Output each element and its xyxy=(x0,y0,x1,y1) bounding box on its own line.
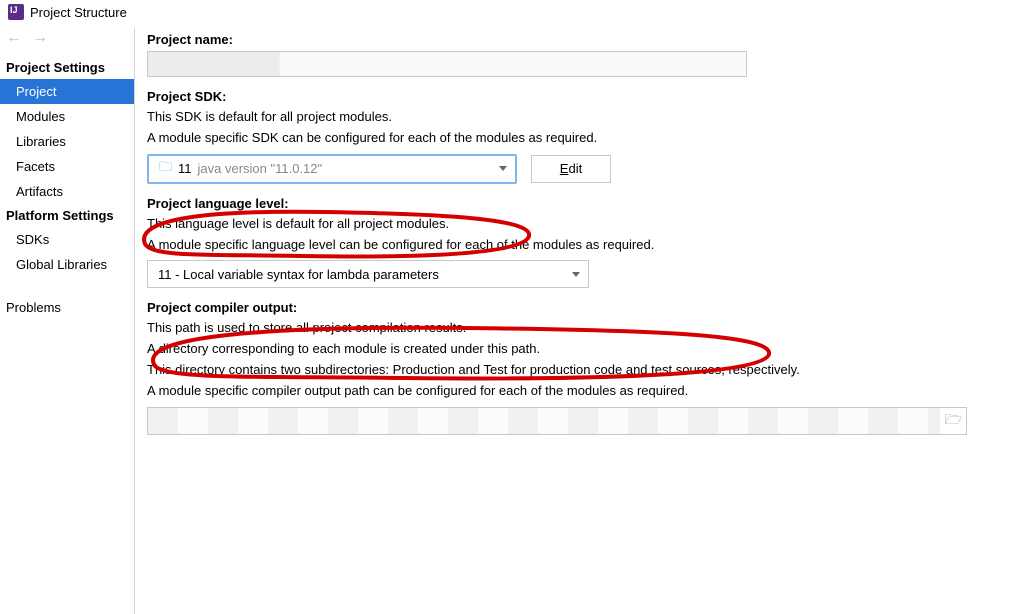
sdk-version-long: java version "11.0.12" xyxy=(198,161,323,176)
out-desc-4: A module specific compiler output path c… xyxy=(147,382,1016,401)
sdk-desc-1: This SDK is default for all project modu… xyxy=(147,108,1016,127)
sidebar: ← → Project Settings Project Modules Lib… xyxy=(0,28,135,614)
browse-folder-icon[interactable]: 🗁 xyxy=(945,409,962,433)
sidebar-item-global-libraries[interactable]: Global Libraries xyxy=(0,252,134,277)
folder-icon: 🗀 xyxy=(159,158,172,180)
intellij-icon xyxy=(8,4,24,20)
content-pane: Project name: Project SDK: This SDK is d… xyxy=(135,28,1028,614)
compiler-output-input[interactable]: 🗁 xyxy=(147,407,967,435)
label-project-name: Project name: xyxy=(147,32,1016,47)
sdk-version-short: 11 xyxy=(178,161,192,176)
lang-desc-2: A module specific language level can be … xyxy=(147,236,1016,255)
label-language-level: Project language level: xyxy=(147,196,1016,211)
sidebar-item-libraries[interactable]: Libraries xyxy=(0,129,134,154)
lang-desc-1: This language level is default for all p… xyxy=(147,215,1016,234)
sidebar-item-artifacts[interactable]: Artifacts xyxy=(0,179,134,204)
sidebar-item-sdks[interactable]: SDKs xyxy=(0,227,134,252)
annotation-circle-sdk xyxy=(125,204,545,264)
language-level-value: 11 - Local variable syntax for lambda pa… xyxy=(158,267,439,282)
sidebar-item-problems[interactable]: Problems xyxy=(0,295,134,320)
nav-arrows: ← → xyxy=(0,28,134,56)
sidebar-item-project[interactable]: Project xyxy=(0,79,134,104)
language-level-dropdown[interactable]: 11 - Local variable syntax for lambda pa… xyxy=(147,260,589,288)
sidebar-item-facets[interactable]: Facets xyxy=(0,154,134,179)
label-project-sdk: Project SDK: xyxy=(147,89,1016,104)
sidebar-heading-project-settings: Project Settings xyxy=(0,56,134,79)
label-compiler-output: Project compiler output: xyxy=(147,300,1016,315)
project-sdk-dropdown[interactable]: 🗀 11 java version "11.0.12" xyxy=(147,154,517,184)
chevron-down-icon xyxy=(572,272,580,277)
sdk-desc-2: A module specific SDK can be configured … xyxy=(147,129,1016,148)
window-title: Project Structure xyxy=(30,5,127,20)
back-arrow-icon[interactable]: ← xyxy=(6,30,22,46)
out-desc-2: A directory corresponding to each module… xyxy=(147,340,1016,359)
sidebar-heading-platform-settings: Platform Settings xyxy=(0,204,134,227)
titlebar: Project Structure xyxy=(0,0,1028,28)
forward-arrow-icon[interactable]: → xyxy=(32,30,48,46)
edit-sdk-button[interactable]: EEditdit xyxy=(531,155,611,183)
project-name-input[interactable] xyxy=(147,51,747,77)
out-desc-3: This directory contains two subdirectori… xyxy=(147,361,1016,380)
sidebar-item-modules[interactable]: Modules xyxy=(0,104,134,129)
chevron-down-icon xyxy=(499,166,507,171)
out-desc-1: This path is used to store all project c… xyxy=(147,319,1016,338)
